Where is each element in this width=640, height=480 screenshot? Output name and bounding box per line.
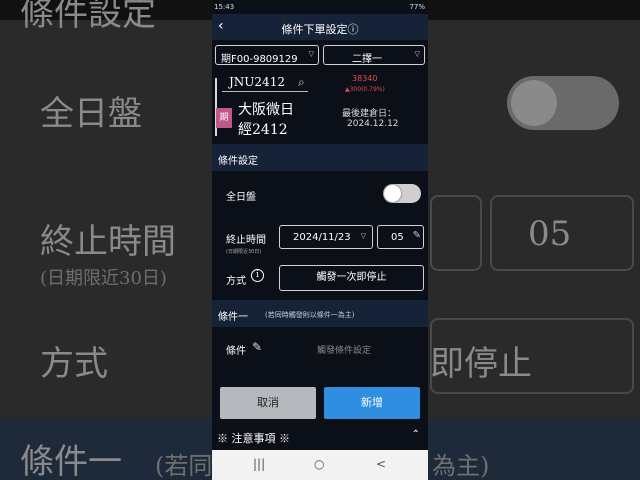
recents-icon[interactable]: ||| — [253, 457, 265, 471]
account-value: 期F00-9809129 — [221, 54, 298, 65]
background-cond-note: (若同 — [155, 452, 213, 480]
edit-icon: ✎ — [412, 230, 421, 241]
account-select[interactable]: 期F00-9809129 ▽ — [215, 45, 319, 65]
battery-level: 77% — [409, 3, 425, 11]
background-toggle — [507, 76, 619, 130]
cancel-button[interactable]: 取消 — [220, 387, 316, 419]
background-cond-one: 條件一 — [20, 442, 122, 480]
method-label: 方式 — [226, 276, 246, 287]
background-cond-note-end: 為主) — [432, 452, 490, 480]
end-time-label: 終止時間 — [226, 235, 266, 246]
end-minute-value: 05 — [391, 232, 404, 243]
background-title: 條件設定 — [20, 0, 156, 34]
status-time: 15:43 — [214, 3, 235, 11]
info-icon[interactable]: i — [251, 269, 264, 282]
order-type-select[interactable]: 二擇一 ▽ — [323, 45, 425, 65]
last-trade-label: 最後建倉日： — [342, 109, 397, 119]
notice-title: ※ 注意事項 ※ — [217, 432, 290, 445]
last-price: 38340 — [352, 74, 378, 83]
chevron-down-icon: ▽ — [414, 50, 420, 58]
chevron-up-icon[interactable]: ⌃ — [412, 429, 420, 440]
back-nav-icon[interactable]: < — [376, 457, 386, 471]
background-date-box — [430, 195, 482, 271]
end-time-note: (日期限近30日) — [226, 249, 262, 255]
condition-one-note: (若同時觸發則以條件一為主) — [265, 311, 355, 319]
phone-screen: 15:43 77% ‹ 條件下單設定ⓘ 期F00-9809129 ▽ 二擇一 ▽… — [212, 0, 428, 480]
futures-tag: 期 — [216, 108, 232, 128]
chevron-down-icon: ▽ — [308, 50, 314, 58]
contract-name-line2: 經2412 — [238, 122, 288, 138]
method-select[interactable]: 觸發一次即停止 — [279, 265, 424, 291]
background-method-value: 即停止 — [430, 344, 532, 384]
code-underline — [222, 91, 308, 92]
home-icon[interactable]: ○ — [314, 457, 324, 471]
search-icon[interactable]: ⌕ — [298, 75, 305, 90]
end-minute-field[interactable]: 05 ✎ — [377, 225, 424, 249]
all-day-label: 全日盤 — [226, 192, 256, 203]
end-date-field[interactable]: 2024/11/23 ▽ — [279, 225, 373, 249]
price-change: ▲300(0.79%) — [345, 86, 385, 93]
section-title: 條件設定 — [218, 156, 258, 167]
condition-settings-header: 條件設定 — [212, 144, 428, 171]
condition-one-title: 條件一 — [218, 312, 248, 323]
contract-code[interactable]: JNU2412 — [229, 75, 285, 89]
condition-label: 條件 — [226, 346, 246, 357]
chevron-down-icon: ▽ — [360, 232, 366, 240]
background-minute: 05 — [528, 214, 572, 254]
system-nav-bar: ||| ○ < — [212, 450, 428, 480]
status-bar: 15:43 77% — [212, 0, 428, 14]
notice-bar[interactable]: ※ 注意事項 ※ ⌃ — [212, 424, 428, 450]
pencil-icon[interactable]: ✎ — [252, 340, 262, 354]
page-title: 條件下單設定ⓘ — [281, 23, 359, 36]
background-end-time: 終止時間 — [40, 222, 176, 262]
last-trade-date: 2024.12.12 — [347, 119, 399, 129]
background-all-day: 全日盤 — [40, 94, 142, 134]
header: ‹ 條件下單設定ⓘ — [212, 14, 428, 40]
order-type-value: 二擇一 — [352, 54, 382, 65]
background-end-note: (日期限近30日) — [40, 268, 167, 289]
background-method: 方式 — [40, 344, 108, 384]
end-date-value: 2024/11/23 — [293, 232, 351, 243]
contract-name-line1: 大阪微日 — [238, 102, 294, 118]
condition-one-header: 條件一 (若同時觸發則以條件一為主) — [212, 300, 428, 327]
all-day-toggle[interactable] — [383, 184, 421, 203]
add-button[interactable]: 新增 — [324, 387, 420, 419]
trigger-condition-field[interactable]: 觸發條件設定 — [317, 343, 371, 356]
